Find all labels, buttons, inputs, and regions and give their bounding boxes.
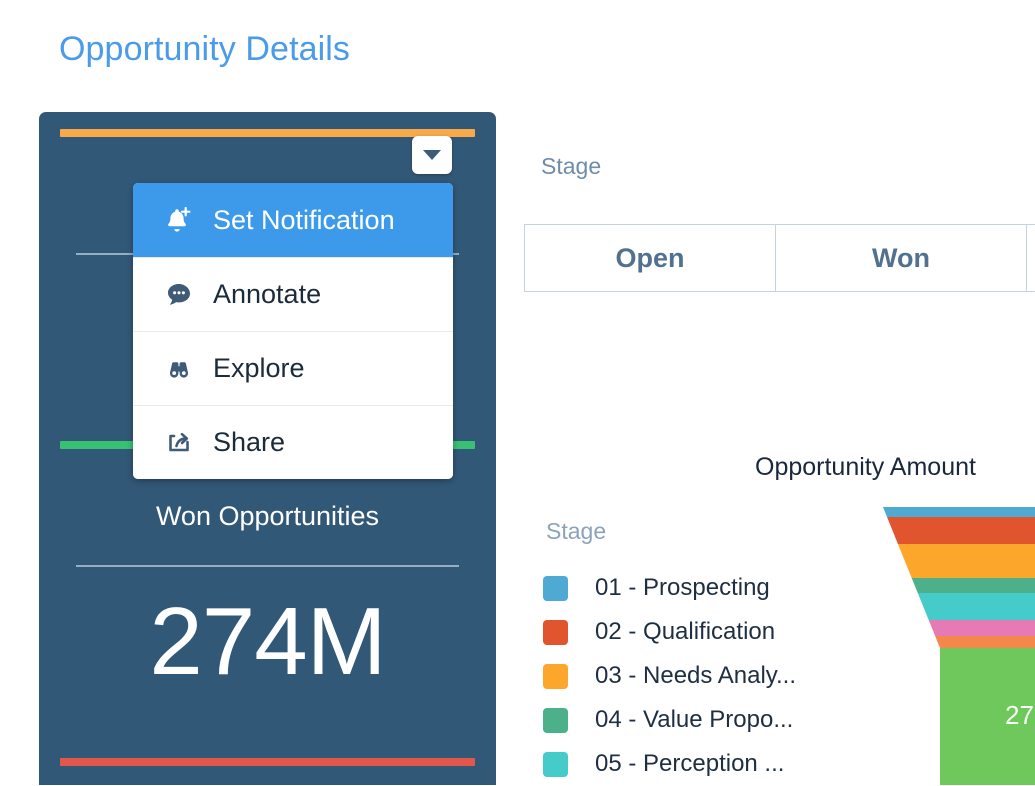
card-menu-toggle-button[interactable]	[412, 136, 452, 174]
menu-item-label: Explore	[213, 353, 305, 383]
legend-label: 05 - Perception ...	[595, 750, 785, 777]
menu-item-share[interactable]: Share	[133, 405, 453, 479]
funnel-legend: 01 - Prospecting 02 - Qualification 03 -…	[543, 566, 873, 786]
legend-swatch	[543, 663, 568, 689]
card-context-menu: Set Notification Annotate Explore Share	[133, 183, 453, 479]
legend-label: 04 - Value Propo...	[595, 706, 794, 733]
legend-swatch	[543, 619, 568, 645]
menu-item-explore[interactable]: Explore	[133, 331, 453, 405]
stage-filter-label: Stage	[541, 153, 602, 179]
card-accent-bar-red	[60, 758, 475, 766]
funnel-value-label: 27	[1005, 700, 1034, 730]
funnel-segment[interactable]	[897, 544, 1035, 578]
funnel-segment[interactable]	[883, 507, 1035, 517]
menu-item-set-notification[interactable]: Set Notification	[133, 183, 453, 257]
card-divider-lower	[76, 565, 459, 567]
legend-label: 02 - Qualification	[595, 618, 776, 645]
funnel-segment[interactable]	[928, 620, 1035, 636]
bell-plus-icon	[163, 204, 207, 236]
legend-item[interactable]: 02 - Qualification	[543, 610, 873, 654]
legend-item[interactable]: 03 - Needs Analy...	[543, 654, 873, 698]
legend-label: 01 - Prospecting	[595, 574, 770, 601]
legend-label: 03 - Needs Analy...	[595, 662, 796, 689]
stage-option-won[interactable]: Won	[776, 225, 1027, 291]
chevron-down-icon	[423, 150, 441, 160]
legend-swatch	[543, 707, 568, 733]
stage-option-open[interactable]: Open	[525, 225, 776, 291]
funnel-chart-title: Opportunity Amount	[755, 453, 976, 481]
funnel-segment[interactable]	[911, 578, 1035, 593]
menu-item-label: Set Notification	[213, 204, 395, 235]
legend-item[interactable]: 01 - Prospecting	[543, 566, 873, 610]
legend-swatch	[543, 751, 568, 777]
binoculars-icon	[163, 353, 207, 385]
funnel-segment[interactable]	[887, 517, 1035, 544]
page-title: Opportunity Details	[59, 30, 351, 68]
menu-item-label: Share	[213, 427, 286, 457]
kpi-value: 274M	[149, 588, 386, 695]
legend-swatch	[543, 575, 568, 601]
legend-item[interactable]: 04 - Value Propo...	[543, 698, 873, 742]
legend-item[interactable]: 05 - Perception ...	[543, 742, 873, 786]
card-accent-bar-orange	[60, 129, 475, 137]
menu-item-label: Annotate	[213, 279, 322, 309]
funnel-legend-title: Stage	[546, 518, 607, 544]
kpi-label: Won Opportunities	[155, 501, 380, 531]
share-icon	[163, 427, 207, 459]
stage-option-overflow[interactable]	[1027, 225, 1035, 291]
stage-filter-table: Open Won	[524, 224, 1035, 292]
funnel-chart[interactable]	[860, 495, 1035, 785]
funnel-segment[interactable]	[917, 593, 1035, 620]
menu-item-annotate[interactable]: Annotate	[133, 257, 453, 331]
funnel-segment[interactable]	[935, 636, 1035, 648]
comment-dots-icon	[163, 279, 207, 311]
